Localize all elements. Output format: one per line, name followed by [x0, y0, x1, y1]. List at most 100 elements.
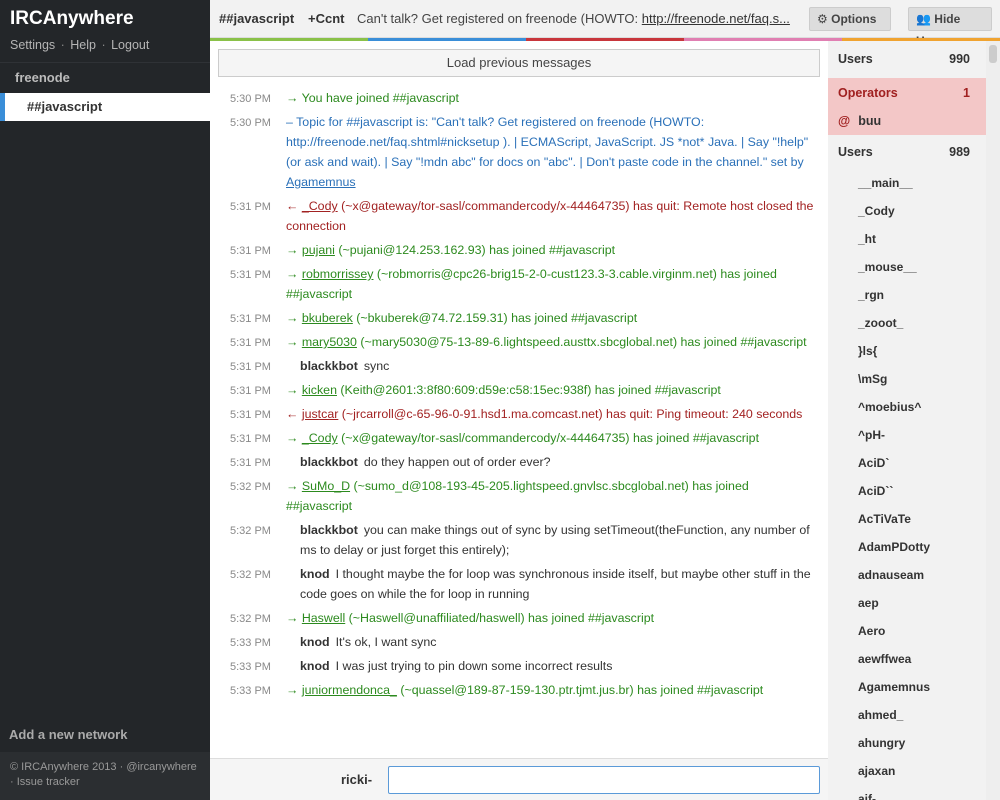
event-nick-link[interactable]: kicken: [302, 383, 337, 397]
event-nick-link[interactable]: Haswell: [302, 611, 345, 625]
user-list-item[interactable]: Agamemnus: [858, 673, 988, 701]
topic-link[interactable]: http://freenode.net/faq.s...: [642, 11, 790, 26]
message-row: 5:31 PM ← _Cody (~x@gateway/tor-sasl/comm…: [210, 196, 828, 240]
settings-link[interactable]: Settings: [10, 38, 55, 52]
event-arrow-icon: ←: [286, 199, 302, 213]
message-nick[interactable]: blackkbot: [300, 455, 358, 469]
user-list-item[interactable]: __main__: [858, 169, 988, 197]
message-nick[interactable]: knod: [300, 567, 330, 581]
user-list-item[interactable]: aewffwea: [858, 645, 988, 673]
users-total-label: Users: [838, 52, 873, 66]
user-list-item[interactable]: _zooot_: [858, 309, 988, 337]
message-time: 5:32 PM: [230, 569, 271, 581]
message-row: 5:32 PM → SuMo_D (~sumo_d@108-193-45-205.…: [210, 476, 828, 520]
gear-icon: ⚙: [817, 12, 828, 26]
user-list-item[interactable]: _rgn: [858, 281, 988, 309]
user-list-item[interactable]: _Cody: [858, 197, 988, 225]
message-time: 5:33 PM: [230, 661, 271, 673]
user-list-item[interactable]: aep: [858, 589, 988, 617]
message-time: 5:31 PM: [230, 313, 271, 325]
user-list-item[interactable]: AcTiVaTe: [858, 505, 988, 533]
message-list: 5:30 PM → You have joined ##javascript 5:3…: [210, 88, 828, 704]
event-nick-link[interactable]: Agamemnus: [286, 175, 356, 189]
event-nick-link[interactable]: _Cody: [302, 431, 338, 445]
app-brand[interactable]: IRCAnywhere: [10, 8, 134, 30]
user-list-item[interactable]: _ht: [858, 225, 988, 253]
operator-user-buu[interactable]: @ buu: [828, 107, 986, 135]
header-topic: Can't talk? Get registered on freenode (…: [357, 11, 799, 26]
users-regular-label: Users: [838, 145, 873, 159]
event-text: (Keith@2601:3:8f80:609:d59e:c58:15ec:938…: [336, 383, 721, 397]
event-nick-link[interactable]: mary5030: [302, 335, 357, 349]
hide-users-button[interactable]: 👥 Hide Users: [908, 7, 992, 48]
user-list-item[interactable]: Aero: [858, 617, 988, 645]
event-text: (~x@gateway/tor-sasl/commandercody/x-444…: [286, 199, 814, 233]
network-freenode[interactable]: freenode: [0, 62, 210, 92]
message-text: I was just trying to pin down some incor…: [335, 659, 613, 673]
message-input[interactable]: [388, 766, 820, 794]
operators-header[interactable]: Operators 1: [828, 78, 986, 108]
event-text: (~sumo_d@108-193-45-205.lightspeed.gnvls…: [286, 479, 749, 513]
options-button[interactable]: ⚙ Options: [809, 7, 891, 45]
users-regular-header[interactable]: Users 989: [828, 137, 986, 167]
add-network-link[interactable]: Add a new network: [9, 727, 127, 742]
users-total-header[interactable]: Users 990: [828, 44, 986, 74]
users-list: __main__ _Cody _ht _mouse__ _rgn _zooot_}ls{\…: [858, 169, 988, 800]
event-nick-link[interactable]: SuMo_D: [302, 479, 350, 493]
help-link[interactable]: Help: [70, 38, 96, 52]
event-arrow-icon: →: [286, 335, 302, 349]
message-row: 5:30 PM → You have joined ##javascript: [210, 88, 828, 112]
event-text: (~x@gateway/tor-sasl/commandercody/x-444…: [337, 431, 760, 445]
event-nick-link[interactable]: robmorrissey: [302, 267, 374, 281]
event-nick-link[interactable]: pujani: [302, 243, 335, 257]
message-nick[interactable]: knod: [300, 635, 330, 649]
logout-link[interactable]: Logout: [111, 38, 149, 52]
user-list-item[interactable]: AdamPDotty: [858, 533, 988, 561]
channel-header: ##javascript +Ccnt Can't talk? Get regis…: [210, 0, 1000, 48]
message-area: Load previous messages 5:30 PM → You have…: [210, 41, 828, 758]
user-list-item[interactable]: AciD`: [858, 449, 988, 477]
options-label: Options: [831, 12, 877, 26]
message-row: 5:31 PM → _Cody (~x@gateway/tor-sasl/comm…: [210, 428, 828, 452]
load-previous-button[interactable]: Load previous messages: [218, 49, 820, 77]
user-list-item[interactable]: ahungry: [858, 729, 988, 757]
users-icon: 👥: [916, 12, 931, 26]
user-list-item[interactable]: ahmed_: [858, 701, 988, 729]
message-row: 5:31 PM blackkbot sync: [210, 356, 828, 380]
header-channel-modes: +Ccnt: [308, 11, 345, 26]
event-nick-link[interactable]: bkuberek: [302, 311, 353, 325]
event-text: (~bkuberek@74.72.159.31) has joined ##ja…: [352, 311, 638, 325]
user-list-item[interactable]: ^moebius^: [858, 393, 988, 421]
event-text: – Topic for ##javascript is: "Can't talk…: [286, 115, 809, 169]
user-list-item[interactable]: \mSg: [858, 365, 988, 393]
event-nick-link[interactable]: _Cody: [302, 199, 338, 213]
user-list-item[interactable]: aif-: [858, 785, 988, 800]
event-nick-link[interactable]: justcar: [302, 407, 339, 421]
message-time: 5:31 PM: [230, 433, 271, 445]
message-row: 5:31 PM → robmorrissey (~robmorris@cpc26-…: [210, 264, 828, 308]
message-time: 5:31 PM: [230, 385, 271, 397]
message-row: 5:31 PM → mary5030 (~mary5030@75-13-89-6.…: [210, 332, 828, 356]
userlist-scrollbar[interactable]: [986, 41, 1000, 800]
user-list-item[interactable]: }ls{: [858, 337, 988, 365]
message-row: 5:31 PM → pujani (~pujani@124.253.162.93)…: [210, 240, 828, 264]
message-nick[interactable]: blackkbot: [300, 523, 358, 537]
message-row: 5:32 PM knod I thought maybe the for loop …: [210, 564, 828, 608]
event-arrow-icon: →: [286, 683, 302, 697]
scrollbar-thumb[interactable]: [989, 45, 997, 63]
message-nick[interactable]: knod: [300, 659, 330, 673]
user-list-item[interactable]: ajaxan: [858, 757, 988, 785]
user-list-item[interactable]: ^pH-: [858, 421, 988, 449]
user-list: Users 990 Operators 1 @ buu Users 989 __m…: [828, 41, 1000, 800]
event-text: (~quassel@189-87-159-130.ptr.tjmt.jus.br…: [396, 683, 764, 697]
user-list-item[interactable]: _mouse__: [858, 253, 988, 281]
message-nick[interactable]: blackkbot: [300, 359, 358, 373]
event-nick-link[interactable]: juniormendonca_: [302, 683, 397, 697]
user-list-item[interactable]: adnauseam: [858, 561, 988, 589]
message-time: 5:31 PM: [230, 361, 271, 373]
user-list-item[interactable]: AciD``: [858, 477, 988, 505]
message-text: It's ok, I want sync: [335, 635, 437, 649]
message-time: 5:32 PM: [230, 481, 271, 493]
channel-item-javascript[interactable]: ##javascript: [0, 93, 210, 121]
message-row: 5:31 PM ← justcar (~jrcarroll@c-65-96-0-9…: [210, 404, 828, 428]
